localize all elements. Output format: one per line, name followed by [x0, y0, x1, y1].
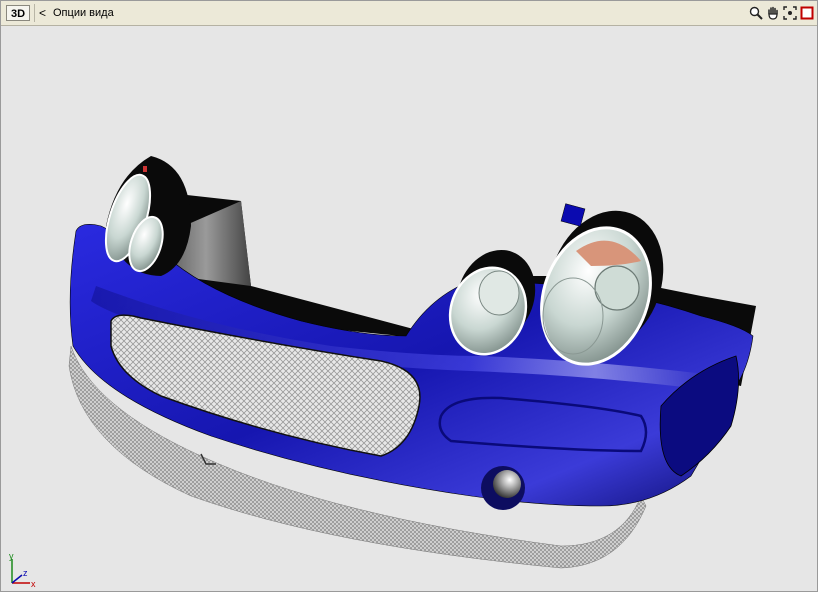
pan-hand-icon[interactable]	[765, 4, 781, 21]
view-toolbar: 3D < Опции вида	[1, 1, 817, 26]
view-options-title: Опции вида	[53, 7, 114, 19]
axis-y-label: y	[9, 553, 14, 561]
bumper-model	[68, 156, 756, 569]
back-button[interactable]: <	[39, 5, 49, 21]
axis-x-label: x	[31, 579, 36, 589]
view-tools	[748, 4, 815, 22]
toolbar-separator	[34, 4, 35, 22]
axis-z-label: z	[23, 568, 28, 578]
axis-triad-icon: y z x	[9, 553, 36, 589]
zoom-icon[interactable]	[748, 4, 764, 21]
3d-view-window: 3D < Опции вида y z x	[0, 0, 818, 592]
3d-viewport[interactable]: y z x	[1, 26, 817, 591]
3d-mode-button[interactable]: 3D	[6, 5, 30, 21]
zoom-extents-icon[interactable]	[782, 4, 798, 21]
maximize-window-icon[interactable]	[799, 4, 815, 21]
